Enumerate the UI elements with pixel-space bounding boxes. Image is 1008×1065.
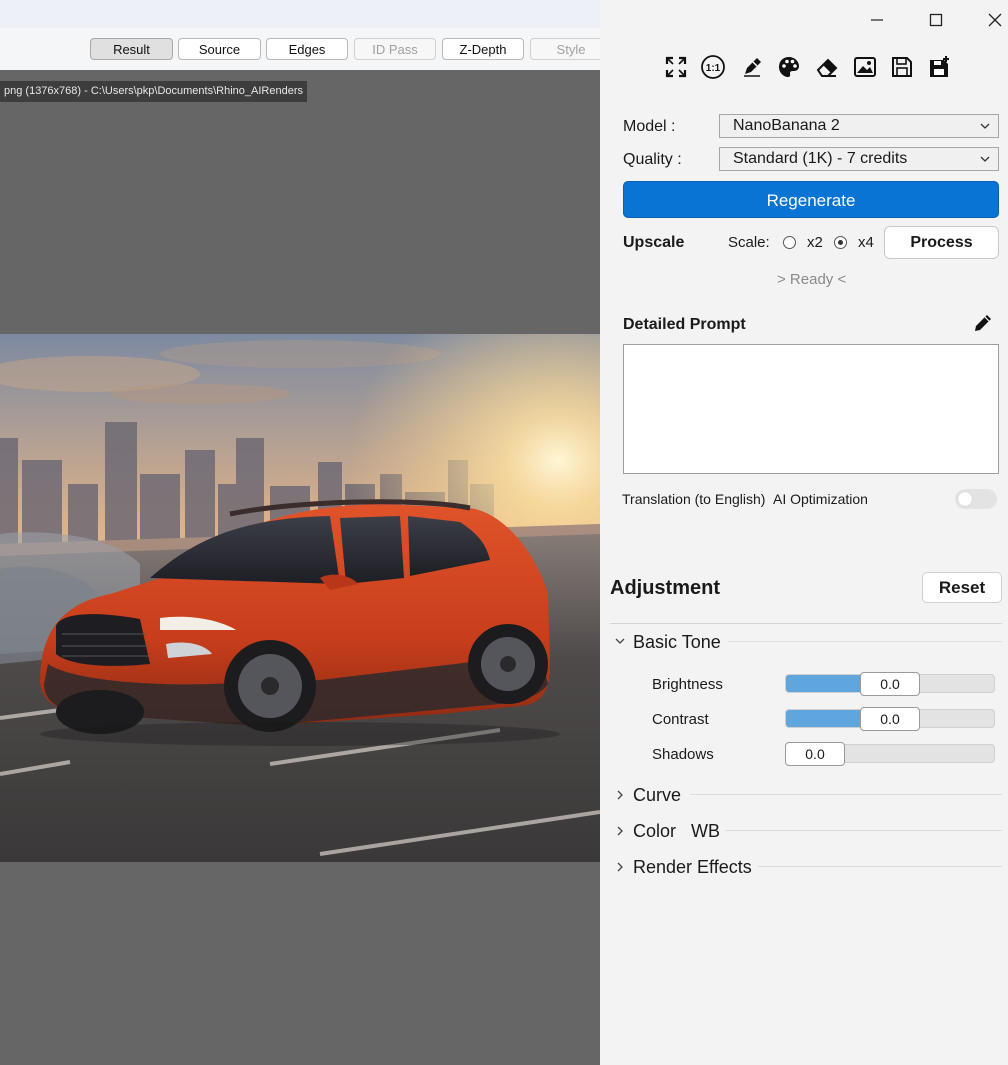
section-basic-tone[interactable]: Basic Tone xyxy=(612,632,1002,656)
edit-pencil-icon[interactable] xyxy=(973,313,995,335)
minimize-icon[interactable] xyxy=(864,8,890,32)
prompt-textarea[interactable] xyxy=(623,344,999,474)
section-render-effects[interactable]: Render Effects xyxy=(612,856,1002,880)
save-all-icon[interactable] xyxy=(927,54,953,80)
adjustment-title: Adjustment xyxy=(610,577,720,599)
palette-icon[interactable] xyxy=(776,54,802,80)
chevron-right-icon xyxy=(614,859,626,880)
ai-optimization-label: AI Optimization xyxy=(773,491,868,507)
shadows-value[interactable]: 0.0 xyxy=(785,742,845,766)
contrast-label: Contrast xyxy=(652,711,709,728)
image-viewer: Result Source Edges ID Pass Z-Depth Styl… xyxy=(0,0,612,1065)
scale-label: Scale: xyxy=(728,234,770,251)
model-label: Model : xyxy=(623,118,676,135)
quality-value: Standard (1K) - 7 credits xyxy=(733,150,908,167)
divider xyxy=(690,794,1002,795)
toggle-knob xyxy=(958,492,972,506)
brightness-value[interactable]: 0.0 xyxy=(860,672,920,696)
chevron-down-icon xyxy=(980,148,990,177)
regenerate-button[interactable]: Regenerate xyxy=(623,181,999,218)
tab-edges[interactable]: Edges xyxy=(266,38,348,60)
render-image xyxy=(0,334,600,862)
section-title: Basic Tone xyxy=(633,632,721,652)
model-value: NanoBanana 2 xyxy=(733,117,840,134)
save-icon[interactable] xyxy=(889,54,915,80)
section-curve[interactable]: Curve xyxy=(612,784,1002,808)
quality-select[interactable]: Standard (1K) - 7 credits xyxy=(719,147,999,171)
image-icon[interactable] xyxy=(852,54,878,80)
ratio-text: 1:1 xyxy=(706,63,721,74)
tab-source[interactable]: Source xyxy=(178,38,261,60)
status-text: > Ready < xyxy=(777,271,847,288)
view-tab-bar: Result Source Edges ID Pass Z-Depth Styl… xyxy=(0,0,612,70)
contrast-value[interactable]: 0.0 xyxy=(860,707,920,731)
chevron-down-icon xyxy=(614,634,626,655)
scale-x2-radio[interactable] xyxy=(783,236,796,249)
ai-optimization-toggle[interactable] xyxy=(955,489,997,509)
brightness-label: Brightness xyxy=(652,676,723,693)
divider xyxy=(758,866,1002,867)
maximize-icon[interactable] xyxy=(923,8,949,32)
tab-z-depth[interactable]: Z-Depth xyxy=(442,38,524,60)
file-info-label: png (1376x768) - C:\Users\pkp\Documents\… xyxy=(0,81,307,102)
section-title: Curve xyxy=(633,785,682,805)
section-title: Color WB xyxy=(633,821,721,841)
one-to-one-icon[interactable]: 1:1 xyxy=(700,54,726,80)
scale-x4-label: x4 xyxy=(858,234,874,251)
process-button[interactable]: Process xyxy=(884,226,999,259)
tab-id-pass[interactable]: ID Pass xyxy=(354,38,436,60)
divider xyxy=(725,830,1002,831)
close-icon[interactable] xyxy=(982,8,1008,32)
shadows-label: Shadows xyxy=(652,746,714,763)
upscale-label: Upscale xyxy=(623,234,685,251)
model-select[interactable]: NanoBanana 2 xyxy=(719,114,999,138)
eraser-icon[interactable] xyxy=(814,54,840,80)
scale-x2-label: x2 xyxy=(807,234,823,251)
scale-x4-radio[interactable] xyxy=(834,236,847,249)
section-title: Render Effects xyxy=(633,857,752,877)
tab-result[interactable]: Result xyxy=(90,38,173,60)
quality-label: Quality : xyxy=(623,151,682,168)
divider xyxy=(728,641,1002,642)
reset-button[interactable]: Reset xyxy=(922,572,1002,603)
window-controls xyxy=(600,0,1008,40)
title-strip xyxy=(0,0,600,28)
chevron-down-icon xyxy=(980,115,990,144)
chevron-right-icon xyxy=(614,787,626,808)
fullscreen-icon[interactable] xyxy=(663,54,689,80)
divider xyxy=(610,623,1002,624)
prompt-title: Detailed Prompt xyxy=(623,316,746,333)
brush-icon[interactable] xyxy=(739,54,765,80)
translation-label: Translation (to English) xyxy=(622,491,766,507)
section-color-wb[interactable]: Color WB xyxy=(612,820,1002,844)
chevron-right-icon xyxy=(614,823,626,844)
